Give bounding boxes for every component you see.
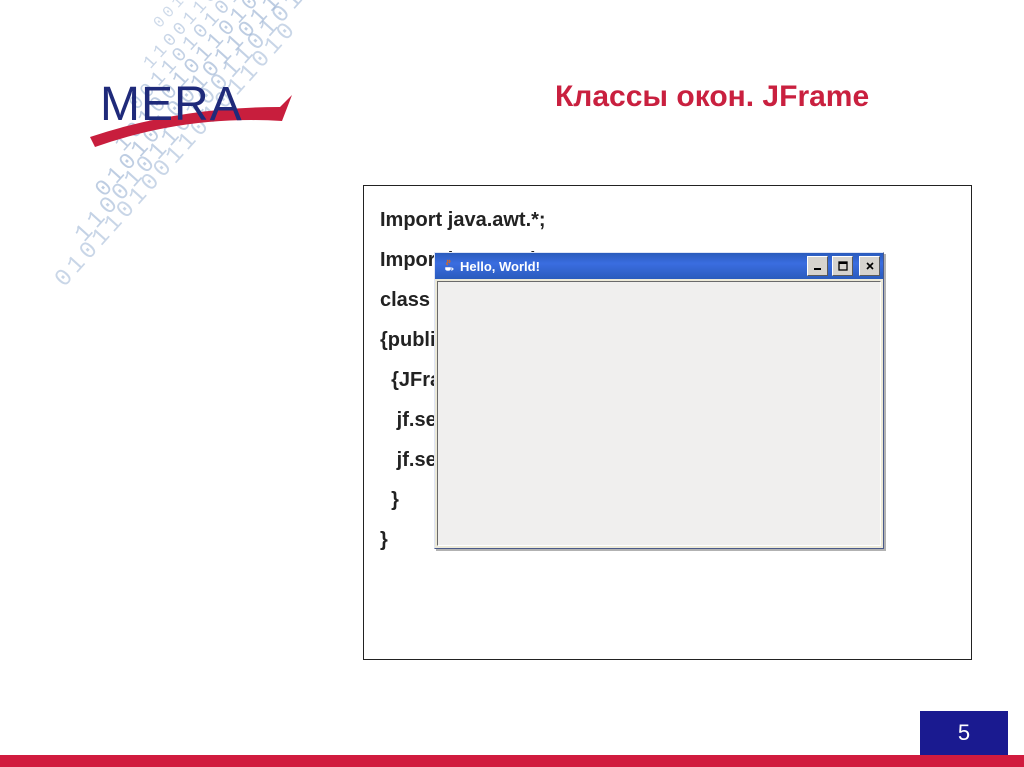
mera-logo: MERA [100,77,243,132]
page-number: 5 [920,711,1008,755]
close-button[interactable] [859,256,880,276]
binary-row: 0010110100110101010 [150,0,336,32]
maximize-button[interactable] [832,256,853,276]
binary-row: 0101101001101011010 [50,15,304,293]
binary-row: 1100110101010010110 [140,0,343,73]
window-titlebar[interactable]: Hello, World! [435,253,883,279]
footer-bar [0,755,1024,767]
slide-title: Классы окон. JFrame [555,80,869,114]
minimize-button[interactable] [807,256,828,276]
code-line: Import java.awt.*; [380,200,955,240]
java-cup-icon [440,258,456,274]
logo-text: MERA [100,78,243,131]
java-jframe-window: Hello, World! [434,252,884,549]
binary-background: 1010100110100101101 0010110100110101010 … [0,0,420,380]
window-title: Hello, World! [460,259,803,274]
window-client-area [437,281,881,546]
